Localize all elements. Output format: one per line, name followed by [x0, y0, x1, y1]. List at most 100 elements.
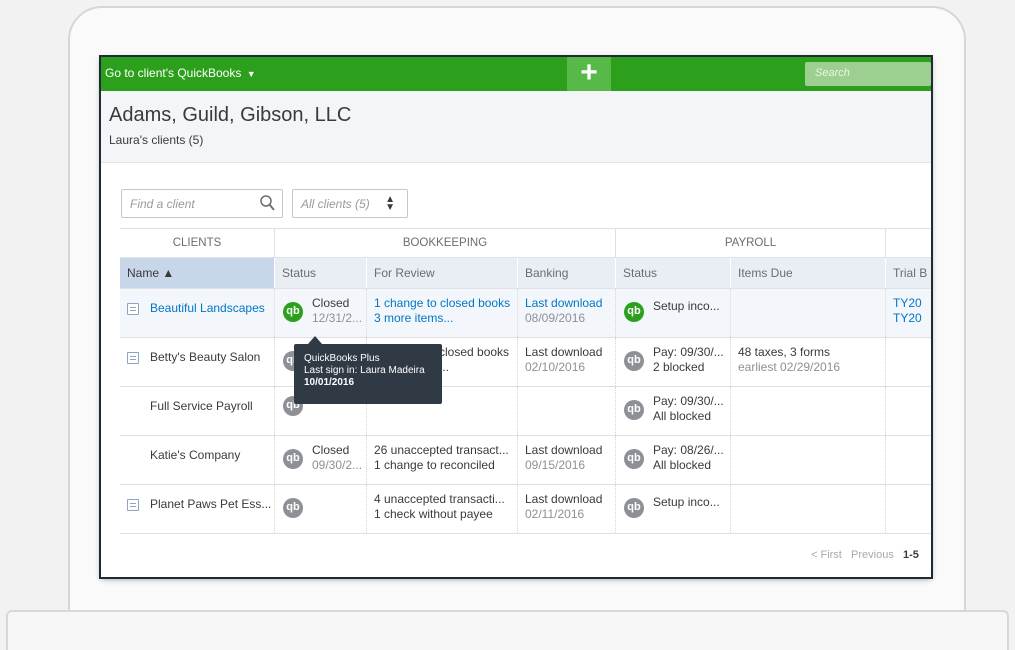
payroll-line2: All blocked: [653, 409, 712, 423]
tooltip-date: 10/01/2016: [304, 377, 355, 388]
payroll-line1: Pay: 09/30/...: [653, 394, 724, 408]
quickbooks-icon[interactable]: qb: [624, 498, 644, 518]
create-plus-button[interactable]: +: [567, 57, 611, 91]
col-for-review[interactable]: For Review: [367, 258, 518, 288]
client-name[interactable]: Beautiful Landscapes: [150, 301, 265, 315]
items-line2: earliest 02/29/2016: [738, 360, 841, 374]
review-link1[interactable]: 1 change to closed books: [374, 296, 510, 311]
trial-balance-cell: [886, 387, 931, 435]
review-line2[interactable]: 1 change to reconciled: [374, 458, 510, 473]
payroll-line1: Setup inco...: [653, 299, 720, 313]
quickbooks-icon[interactable]: qb: [283, 449, 303, 469]
col-banking[interactable]: Banking: [518, 258, 616, 288]
note-icon[interactable]: [127, 352, 139, 364]
quickbooks-icon[interactable]: qb: [624, 449, 644, 469]
payroll-line1: Pay: 09/30/...: [653, 345, 724, 359]
quickbooks-icon[interactable]: qb: [624, 302, 644, 322]
search-input[interactable]: Search: [805, 62, 931, 86]
banking-line2: 09/15/2016: [525, 458, 586, 472]
quickbooks-icon[interactable]: qb: [283, 498, 303, 518]
client-name-cell[interactable]: Betty's Beauty Salon: [120, 338, 275, 386]
review-line1[interactable]: closed books: [439, 345, 510, 360]
trial-balance-cell: [886, 338, 931, 386]
client-name-cell[interactable]: Planet Paws Pet Ess...: [120, 485, 275, 533]
pager-previous-link[interactable]: Previous: [851, 549, 894, 561]
col-bookkeeping-status[interactable]: Status: [275, 258, 367, 288]
for-review-cell: 4 unaccepted transacti... 1 check withou…: [367, 485, 518, 533]
banking-line1: Last download: [525, 443, 603, 457]
pagination: < First Previous 1-5: [811, 549, 919, 561]
quickbooks-icon[interactable]: qb: [624, 351, 644, 371]
table-row[interactable]: Betty's Beauty Salon qb closed books ...…: [120, 338, 931, 387]
sort-arrows-icon: ▲ ▼: [385, 194, 395, 213]
client-name[interactable]: Katie's Company: [150, 448, 240, 462]
status-line1: Closed: [312, 296, 350, 310]
page-title: Adams, Guild, Gibson, LLC: [109, 104, 352, 126]
payroll-status-cell: qb Pay: 09/30/... All blocked: [616, 387, 731, 435]
trial-line1[interactable]: TY20: [893, 296, 931, 311]
col-items-due[interactable]: Items Due: [731, 258, 886, 288]
group-payroll: PAYROLL: [616, 229, 886, 257]
items-due-cell: [731, 436, 886, 484]
client-name-cell[interactable]: Beautiful Landscapes: [120, 289, 275, 337]
status-line2: 09/30/2...: [312, 458, 363, 472]
col-payroll-status[interactable]: Status: [616, 258, 731, 288]
for-review-cell: 1 change to closed books 3 more items...: [367, 289, 518, 337]
review-line2[interactable]: ...: [439, 360, 510, 375]
trial-balance-cell: TY20 TY20: [886, 289, 931, 337]
review-line1[interactable]: 26 unaccepted transact...: [374, 443, 510, 458]
note-icon[interactable]: [127, 499, 139, 511]
client-tooltip: QuickBooks Plus Last sign in: Laura Made…: [294, 336, 442, 404]
review-link2[interactable]: 3 more items...: [374, 311, 510, 326]
review-line1[interactable]: 4 unaccepted transacti...: [374, 492, 510, 507]
client-filter-value: All clients (5): [301, 197, 370, 211]
page-header: Adams, Guild, Gibson, LLC Laura's client…: [101, 91, 931, 163]
note-icon[interactable]: [127, 303, 139, 315]
bookkeeping-status-cell: qb Closed 12/31/2...: [275, 289, 367, 337]
pager-first-link[interactable]: < First: [811, 549, 842, 561]
quickbooks-icon[interactable]: qb: [283, 302, 303, 322]
table-row[interactable]: Katie's Company qb Closed 09/30/2... 26 …: [120, 436, 931, 485]
client-name-cell[interactable]: Katie's Company: [120, 436, 275, 484]
banking-line2: 08/09/2016: [525, 311, 586, 325]
table-row[interactable]: Planet Paws Pet Ess... qb 4 unaccepted t…: [120, 485, 931, 534]
pager-range: 1-5: [903, 549, 919, 561]
col-trial-balance[interactable]: Trial B: [886, 258, 931, 288]
col-name[interactable]: Name ▲: [120, 258, 275, 288]
client-name[interactable]: Full Service Payroll: [150, 399, 253, 413]
table-row[interactable]: Beautiful Landscapes qb Closed 12/31/2..…: [120, 289, 931, 338]
items-due-cell: [731, 387, 886, 435]
banking-line1[interactable]: Last download: [525, 296, 608, 311]
banking-cell: Last download 02/10/2016: [518, 338, 616, 386]
clients-table: CLIENTS BOOKKEEPING PAYROLL Name ▲ Statu…: [120, 228, 931, 534]
review-line2[interactable]: 1 check without payee: [374, 507, 510, 522]
items-due-cell: [731, 289, 886, 337]
find-client-input[interactable]: Find a client: [121, 189, 283, 218]
trial-line2[interactable]: TY20: [893, 311, 931, 326]
banking-cell: [518, 387, 616, 435]
items-due-cell: 48 taxes, 3 forms earliest 02/29/2016: [731, 338, 886, 386]
payroll-line2: 2 blocked: [653, 360, 705, 374]
column-header-row: Name ▲ Status For Review Banking Status …: [120, 257, 931, 289]
status-line2: 12/31/2...: [312, 311, 363, 325]
quickbooks-icon[interactable]: qb: [624, 400, 644, 420]
payroll-line1: Pay: 08/26/...: [653, 443, 724, 457]
client-filter-select[interactable]: All clients (5) ▲ ▼: [292, 189, 408, 218]
items-line1: 48 taxes, 3 forms: [738, 345, 831, 359]
top-bar: Go to client's QuickBooks ▼ + Search: [101, 57, 931, 91]
bookkeeping-status-cell: qb: [275, 485, 367, 533]
payroll-line2: All blocked: [653, 458, 712, 472]
app-screen: Go to client's QuickBooks ▼ + Search Ada…: [101, 57, 931, 577]
client-name[interactable]: Planet Paws Pet Ess...: [150, 497, 271, 511]
payroll-status-cell: qb Pay: 09/30/... 2 blocked: [616, 338, 731, 386]
trial-balance-cell: [886, 436, 931, 484]
search-icon[interactable]: [260, 194, 275, 212]
client-name[interactable]: Betty's Beauty Salon: [150, 350, 260, 364]
go-to-client-dropdown[interactable]: Go to client's QuickBooks ▼: [105, 66, 256, 80]
payroll-status-cell: qb Setup inco...: [616, 289, 731, 337]
column-group-header: CLIENTS BOOKKEEPING PAYROLL: [120, 228, 931, 257]
client-name-cell[interactable]: Full Service Payroll: [120, 387, 275, 435]
laptop-base: [6, 610, 1009, 650]
banking-cell: Last download 08/09/2016: [518, 289, 616, 337]
table-row[interactable]: Full Service Payroll qb qb Pay: 09/30/..…: [120, 387, 931, 436]
